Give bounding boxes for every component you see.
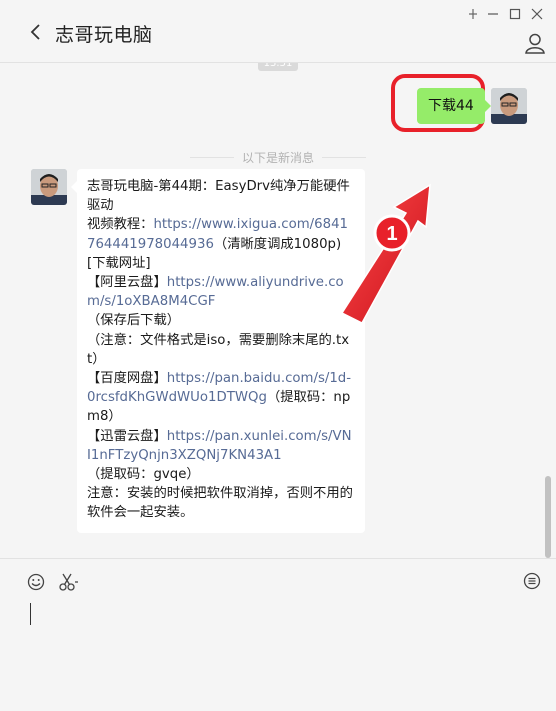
xunlei-code: （提取码：gvqe） [87, 467, 200, 483]
video-label: 视频教程： [87, 217, 154, 233]
new-messages-divider: 以下是新消息 [0, 149, 556, 166]
callout-arrow: 1 [340, 183, 431, 324]
message-area[interactable]: 13:51 下载44 以下是新消息 志哥玩电脑-第44期：EasyDrv纯净万能… [0, 63, 556, 557]
sent-message-bubble[interactable]: 下载44 [417, 88, 491, 124]
avatar-self[interactable] [491, 88, 527, 124]
xunlei-label: 【迅雷云盘】 [87, 428, 167, 444]
aliyun-label: 【阿里云盘】 [87, 275, 167, 291]
maximize-icon[interactable] [504, 6, 526, 22]
emoji-icon[interactable] [27, 573, 45, 591]
chat-history-icon[interactable] [523, 572, 541, 590]
profile-icon[interactable] [524, 32, 546, 54]
avatar-contact[interactable] [31, 169, 67, 205]
composer [0, 558, 556, 711]
download-header: [下载网址] [87, 255, 151, 271]
message-title: 志哥玩电脑-第44期：EasyDrv纯净万能硬件驱动 [87, 179, 350, 214]
aliyun-note: （保存后下载） [87, 313, 181, 329]
scissors-icon[interactable] [58, 572, 80, 592]
video-note: （清晰度调成1080p) [213, 236, 342, 252]
chat-title: 志哥玩电脑 [55, 24, 153, 46]
pin-icon[interactable] [462, 6, 484, 22]
install-warning: 注意：安装的时候把软件取消掉，否则不用的软件会一起安装。 [87, 486, 353, 521]
chevron-left-icon[interactable] [28, 22, 44, 42]
received-message-bubble[interactable]: 志哥玩电脑-第44期：EasyDrv纯净万能硬件驱动 视频教程：https://… [71, 169, 365, 533]
file-note: （注意：文件格式是iso，需要删除末尾的.txt） [87, 332, 350, 367]
baidu-label: 【百度网盘】 [87, 371, 167, 387]
scrollbar-thumb[interactable] [545, 476, 551, 558]
text-input-caret[interactable] [30, 603, 32, 625]
close-icon[interactable] [526, 6, 548, 22]
timestamp: 13:51 [258, 63, 298, 71]
minimize-icon[interactable] [482, 6, 504, 22]
callout-number: 1 [386, 223, 397, 245]
title-bar: 志哥玩电脑 [0, 0, 556, 63]
